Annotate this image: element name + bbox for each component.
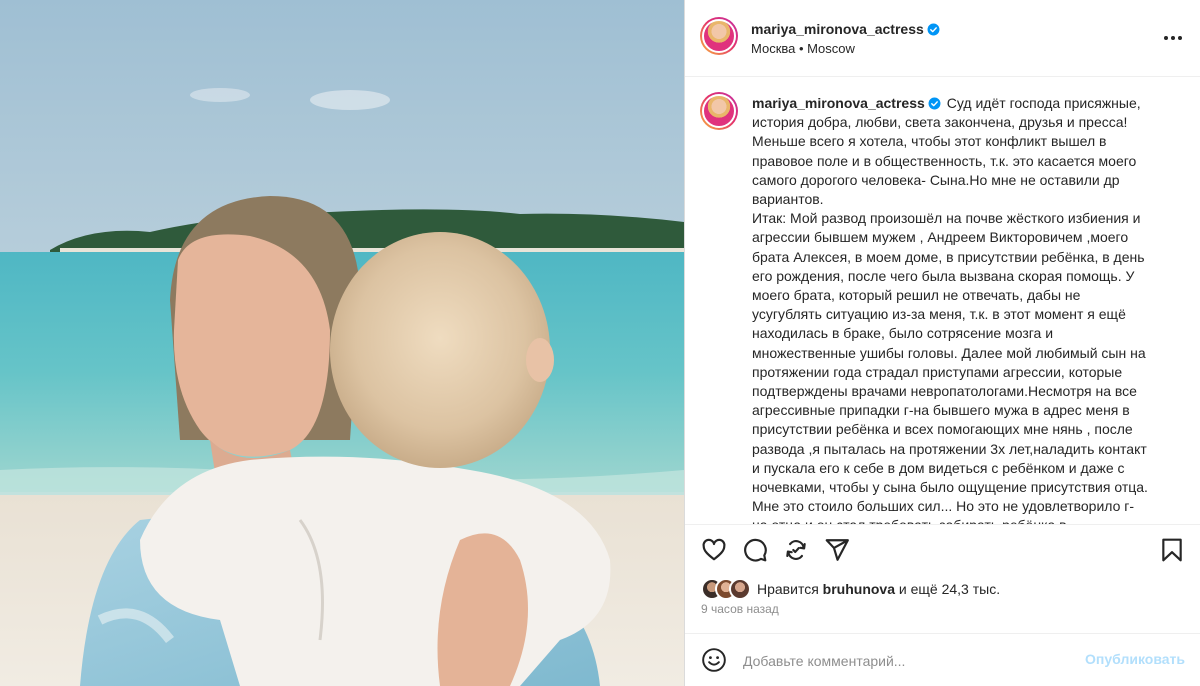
post-timestamp[interactable]: 9 часов назад [701,602,779,616]
beach-photo-illustration [0,0,684,686]
post-viewer: mariya_mironova_actress Москва • Moscow … [0,0,1200,686]
repost-button[interactable] [783,537,809,563]
post-location[interactable]: Москва • Moscow [751,41,855,56]
more-options-icon[interactable] [1161,28,1185,48]
share-icon [825,539,849,561]
likes-text: Нравится bruhunova и ещё 24,3 тыс. [757,581,1001,597]
bookmark-icon [1162,538,1182,562]
heart-icon [702,538,726,561]
likes-summary[interactable]: Нравится bruhunova и ещё 24,3 тыс. [701,577,1000,601]
share-button[interactable] [824,537,850,563]
comment-button[interactable] [742,537,768,563]
comment-box: Опубликовать [685,633,1200,686]
liker-username[interactable]: bruhunova [823,581,895,597]
comment-input[interactable] [743,650,1073,672]
avatar[interactable] [700,17,738,55]
caption-text: mariya_mironova_actress Суд идёт господа … [752,94,1152,524]
comment-icon [744,538,767,562]
post-header: mariya_mironova_actress Москва • Moscow [685,0,1200,77]
emoji-icon[interactable] [701,647,727,673]
author-username[interactable]: mariya_mironova_actress [751,21,940,37]
action-bar [685,530,1200,568]
liker-avatars [701,578,755,600]
repost-icon [786,540,806,560]
publish-button[interactable]: Опубликовать [1085,651,1185,667]
post-side-panel: mariya_mironova_actress Москва • Moscow … [684,0,1200,686]
caption-section: mariya_mironova_actress Суд идёт господа … [685,77,1200,525]
caption-username[interactable]: mariya_mironova_actress [752,95,925,111]
liker-avatar [729,578,751,600]
caption-body: Суд идёт господа присяжные, история добр… [752,95,1148,524]
like-button[interactable] [701,537,727,563]
verified-badge-icon [928,97,941,110]
caption-avatar[interactable] [700,92,738,130]
post-photo[interactable] [0,0,684,686]
save-button[interactable] [1159,537,1185,563]
verified-badge-icon [927,23,940,36]
